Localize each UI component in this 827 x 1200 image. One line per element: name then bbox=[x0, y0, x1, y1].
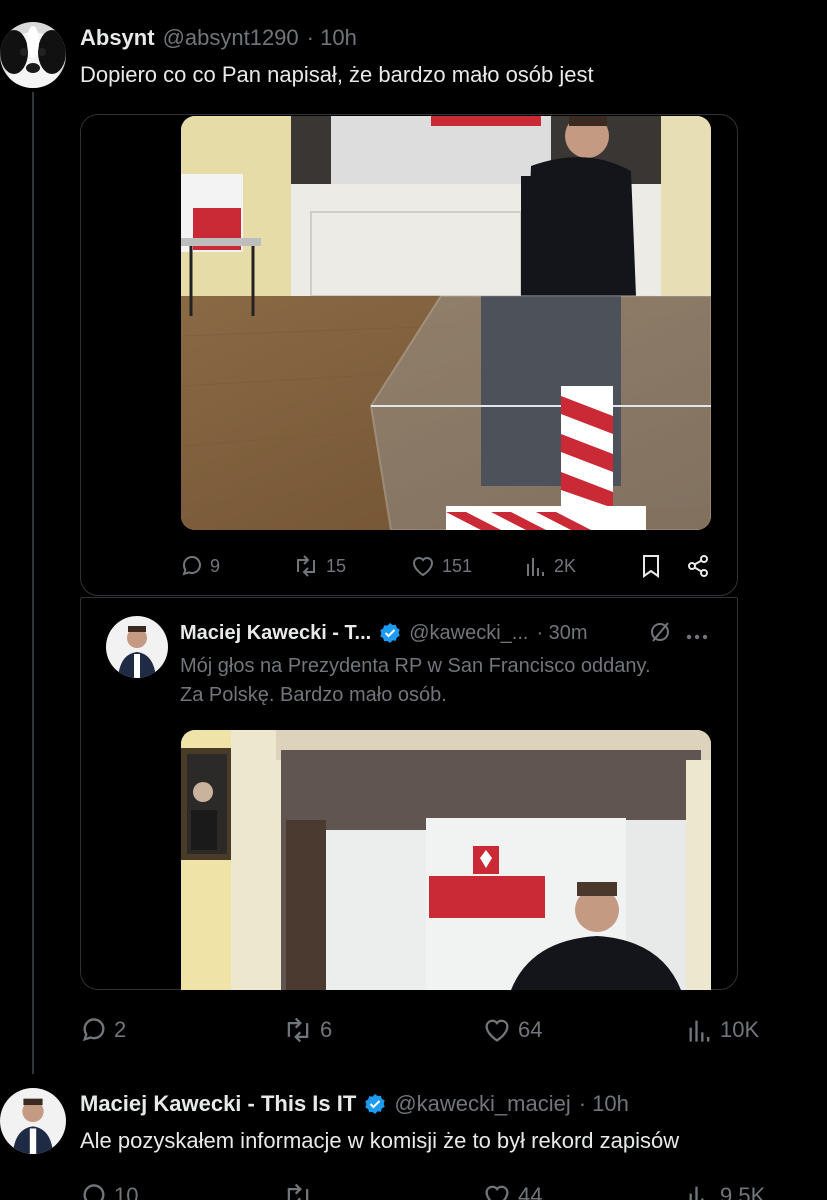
person-avatar-icon bbox=[106, 616, 168, 678]
avatar-maciej[interactable] bbox=[0, 1088, 66, 1154]
inner-views-button[interactable]: 2K bbox=[524, 554, 576, 578]
avatar-maciej-quoted[interactable] bbox=[106, 616, 168, 678]
quoted-author-handle[interactable]: @kawecki_... bbox=[409, 622, 528, 645]
inner-repost-count: 15 bbox=[326, 555, 347, 576]
reply-icon bbox=[83, 1184, 105, 1200]
tweet1-reply-count: 2 bbox=[114, 1017, 127, 1042]
tweet1-views-button[interactable]: 10K bbox=[686, 1016, 759, 1044]
tweet2-timestamp[interactable]: · 10h bbox=[579, 1091, 629, 1117]
repost-icon bbox=[297, 555, 315, 577]
tweet2-header: Maciej Kawecki - This Is IT @kawecki_mac… bbox=[80, 1090, 629, 1118]
quoted-timestamp[interactable]: · 30m bbox=[536, 622, 587, 645]
inner-like-button[interactable]: 151 bbox=[410, 554, 472, 578]
repost-icon bbox=[287, 1017, 309, 1043]
flag-room-photo bbox=[181, 730, 711, 990]
inner-like-count: 151 bbox=[442, 555, 473, 576]
dog-avatar-icon bbox=[0, 22, 66, 88]
ballot-box-photo bbox=[181, 116, 711, 530]
quoted-header: Maciej Kawecki - T... @kawecki_... · 30m bbox=[180, 619, 588, 647]
voting-photo-2[interactable] bbox=[181, 730, 711, 990]
tweet2-views-button[interactable]: 9.5K bbox=[686, 1182, 765, 1200]
verified-badge-icon bbox=[365, 1094, 386, 1114]
inner-repost-button[interactable]: 15 bbox=[292, 554, 346, 578]
inner-bookmark-button[interactable] bbox=[640, 554, 668, 578]
tweet1-views-count: 10K bbox=[720, 1017, 760, 1042]
quoted-grok-button[interactable] bbox=[648, 620, 672, 649]
tweet2-like-count: 44 bbox=[518, 1183, 543, 1200]
inner-reply-button[interactable]: 9 bbox=[180, 554, 220, 578]
tweet1-repost-button[interactable]: 6 bbox=[282, 1016, 332, 1044]
heart-icon bbox=[485, 1185, 509, 1200]
inner-views-count: 2K bbox=[554, 555, 577, 576]
views-chart-icon bbox=[689, 1186, 704, 1200]
tweet2-reply-count: 10 bbox=[114, 1183, 139, 1200]
inner-share-button[interactable] bbox=[686, 554, 716, 578]
grok-icon bbox=[651, 622, 669, 642]
quoted-text-line1: Mój głos na Prezydenta RP w San Francisc… bbox=[180, 655, 651, 677]
tweet1-repost-count: 6 bbox=[320, 1017, 333, 1042]
heart-icon bbox=[485, 1019, 509, 1042]
tweet1-header: Absynt @absynt1290 · 10h bbox=[80, 24, 357, 52]
tweet2-like-button[interactable]: 44 bbox=[482, 1182, 542, 1200]
bookmark-icon bbox=[643, 555, 659, 578]
tweet2-repost-button[interactable] bbox=[282, 1182, 320, 1200]
verified-badge-icon bbox=[380, 623, 400, 643]
tweet1-like-button[interactable]: 64 bbox=[482, 1016, 542, 1044]
tweet2-reply-button[interactable]: 10 bbox=[80, 1182, 138, 1200]
reply-icon bbox=[182, 556, 201, 576]
tweet1-author-name[interactable]: Absynt bbox=[80, 25, 155, 51]
share-icon bbox=[688, 555, 708, 577]
quoted-text-line2: Za Polskę. Bardzo mało osób. bbox=[180, 684, 447, 706]
tweet1-timestamp[interactable]: · 10h bbox=[307, 25, 357, 51]
heart-icon bbox=[412, 557, 434, 577]
more-options-icon bbox=[686, 634, 708, 640]
views-chart-icon bbox=[527, 558, 544, 576]
reply-icon bbox=[82, 1018, 105, 1042]
inner-reply-count: 9 bbox=[210, 555, 221, 576]
tweet1-author-handle[interactable]: @absynt1290 bbox=[163, 25, 299, 51]
voting-photo-1[interactable] bbox=[181, 116, 711, 530]
tweet2-text: Ale pozyskałem informacje w komisji że t… bbox=[80, 1128, 680, 1153]
views-chart-icon bbox=[689, 1020, 710, 1042]
tweet2-author-name[interactable]: Maciej Kawecki - This Is IT bbox=[80, 1091, 356, 1117]
tweet1-like-count: 64 bbox=[518, 1017, 543, 1042]
repost-icon bbox=[287, 1183, 309, 1200]
quoted-more-button[interactable] bbox=[686, 628, 708, 646]
tweet2-author-handle[interactable]: @kawecki_maciej bbox=[394, 1091, 570, 1117]
tweet2-views-count: 9.5K bbox=[720, 1183, 766, 1200]
tweet1-reply-button[interactable]: 2 bbox=[80, 1016, 126, 1044]
avatar-absynt[interactable] bbox=[0, 22, 66, 88]
thread-connector-line bbox=[32, 92, 34, 1074]
quoted-author-name[interactable]: Maciej Kawecki - T... bbox=[180, 622, 371, 645]
tweet1-text: Dopiero co co Pan napisał, że bardzo mał… bbox=[80, 62, 594, 87]
quoted-text: Mój głos na Prezydenta RP w San Francisc… bbox=[180, 652, 651, 710]
person-avatar-icon bbox=[0, 1088, 66, 1154]
